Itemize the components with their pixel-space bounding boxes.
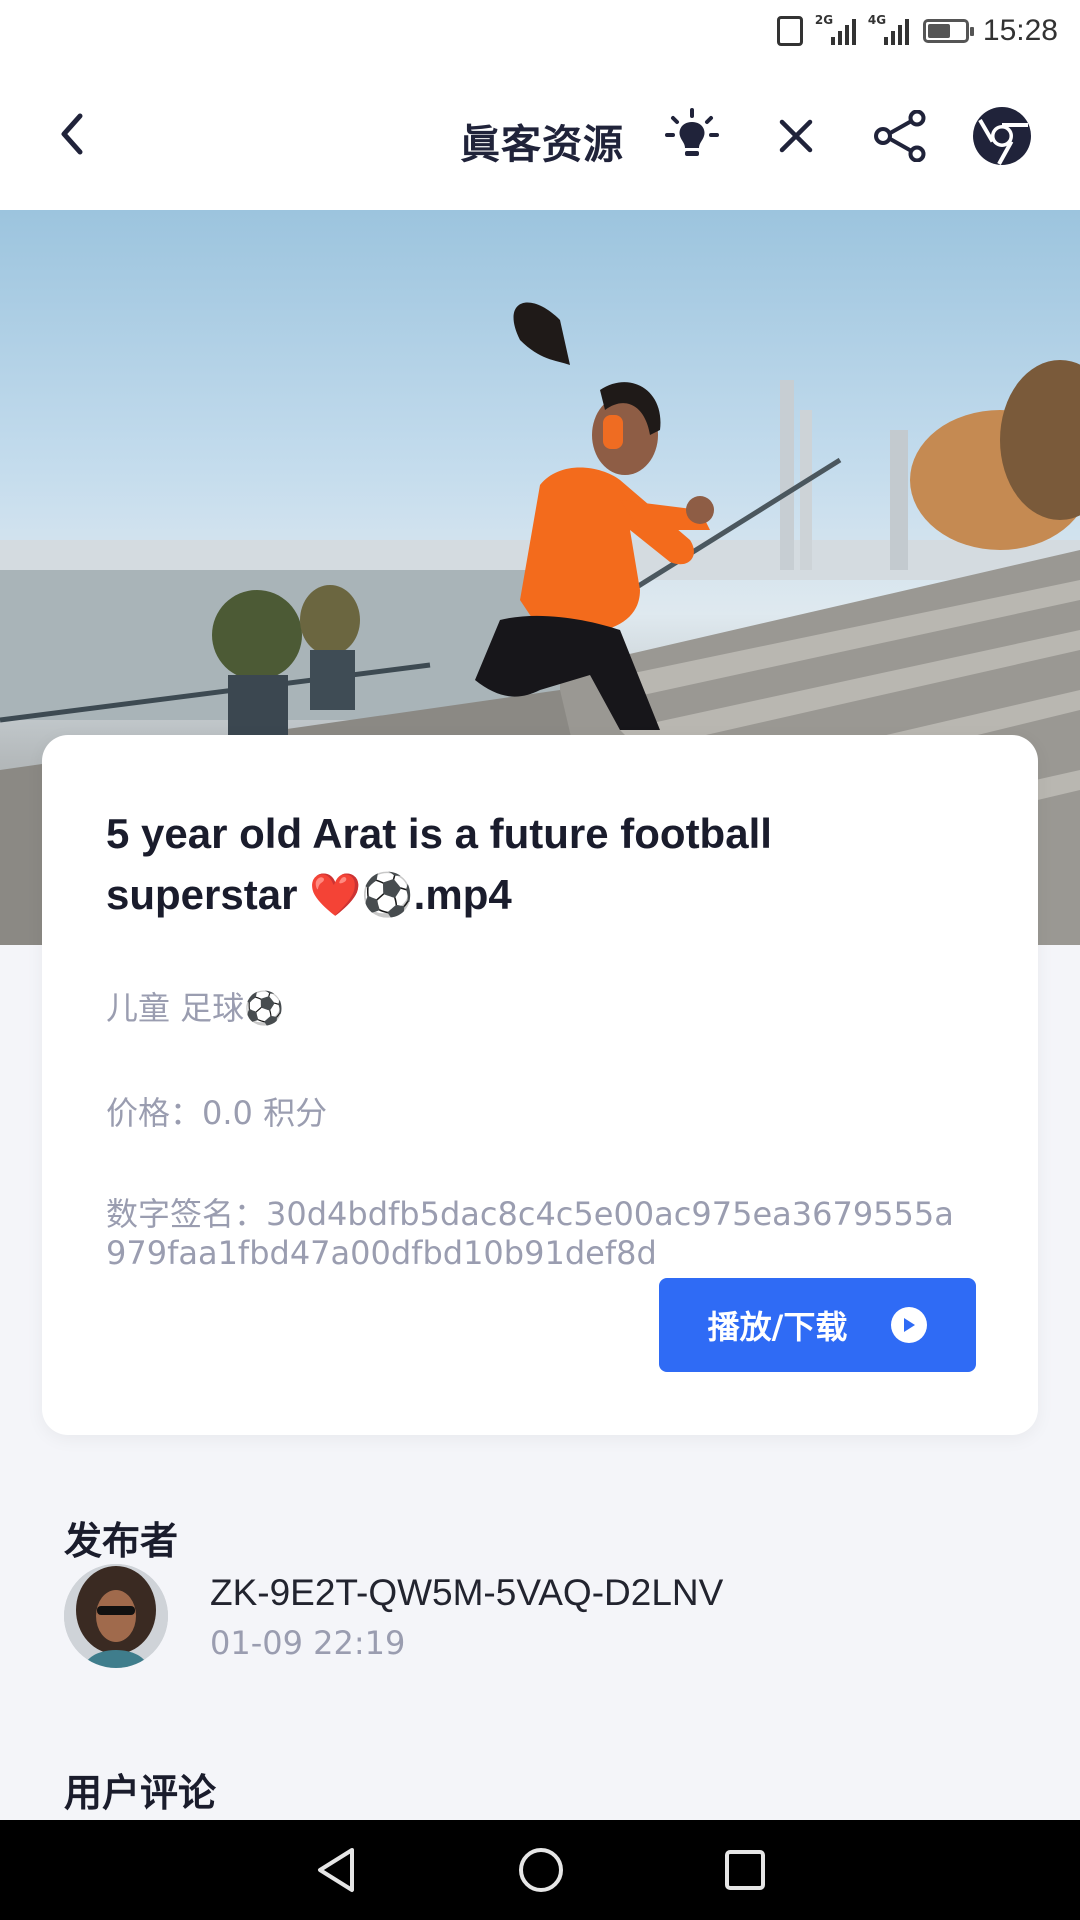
signature-label: 数字签名：	[106, 1195, 267, 1233]
nav-home-icon[interactable]	[518, 1847, 564, 1893]
system-nav-bar	[0, 1820, 1080, 1920]
lightbulb-icon	[665, 108, 719, 156]
page-title: 眞客资源	[460, 122, 624, 168]
publisher-section-title: 发布者	[64, 1519, 179, 1563]
resource-title: 5 year old Arat is a future football sup…	[106, 810, 772, 918]
share-icon	[874, 110, 926, 162]
close-icon	[779, 119, 813, 153]
play-download-label: 播放/下载	[707, 1308, 848, 1346]
nav-recents-icon[interactable]	[724, 1849, 766, 1891]
avatar-image	[64, 1564, 168, 1668]
close-button[interactable]	[766, 106, 826, 166]
vibrate-icon	[776, 16, 803, 46]
resource-price: 价格：0.0 积分	[106, 1094, 328, 1132]
status-bar: 2G 4G 15:28	[0, 0, 1080, 62]
back-icon	[61, 113, 83, 155]
battery-icon	[922, 19, 974, 43]
publisher-id[interactable]: ZK-9E2T-QW5M-5VAQ-D2LNV	[210, 1572, 723, 1614]
signal-4g-icon: 4G	[868, 13, 909, 45]
nav-back-icon[interactable]	[314, 1846, 358, 1894]
network-label-1: 2G	[814, 13, 834, 27]
browser-button[interactable]	[972, 106, 1032, 166]
resource-card: 5 year old Arat is a future football sup…	[42, 735, 1038, 1435]
publish-time: 01-09 22:19	[210, 1624, 406, 1662]
browser-icon	[973, 107, 1031, 165]
lightbulb-button[interactable]	[662, 106, 722, 166]
network-label-2: 4G	[867, 13, 887, 27]
back-button[interactable]	[52, 106, 92, 162]
resource-tags: 儿童 足球⚽	[106, 989, 285, 1027]
play-download-button[interactable]: 播放/下载	[659, 1278, 976, 1372]
share-button[interactable]	[870, 106, 930, 166]
publisher-avatar[interactable]	[64, 1564, 168, 1668]
app-header: 眞客资源	[0, 62, 1080, 210]
comments-section-title: 用户评论	[64, 1771, 217, 1815]
play-icon	[891, 1307, 928, 1343]
clock: 15:28	[982, 14, 1058, 47]
digital-signature: 数字签名：30d4bdfb5dac8c4c5e00ac975ea3679555a…	[106, 1195, 966, 1273]
signal-2g-icon: 2G	[815, 13, 856, 45]
